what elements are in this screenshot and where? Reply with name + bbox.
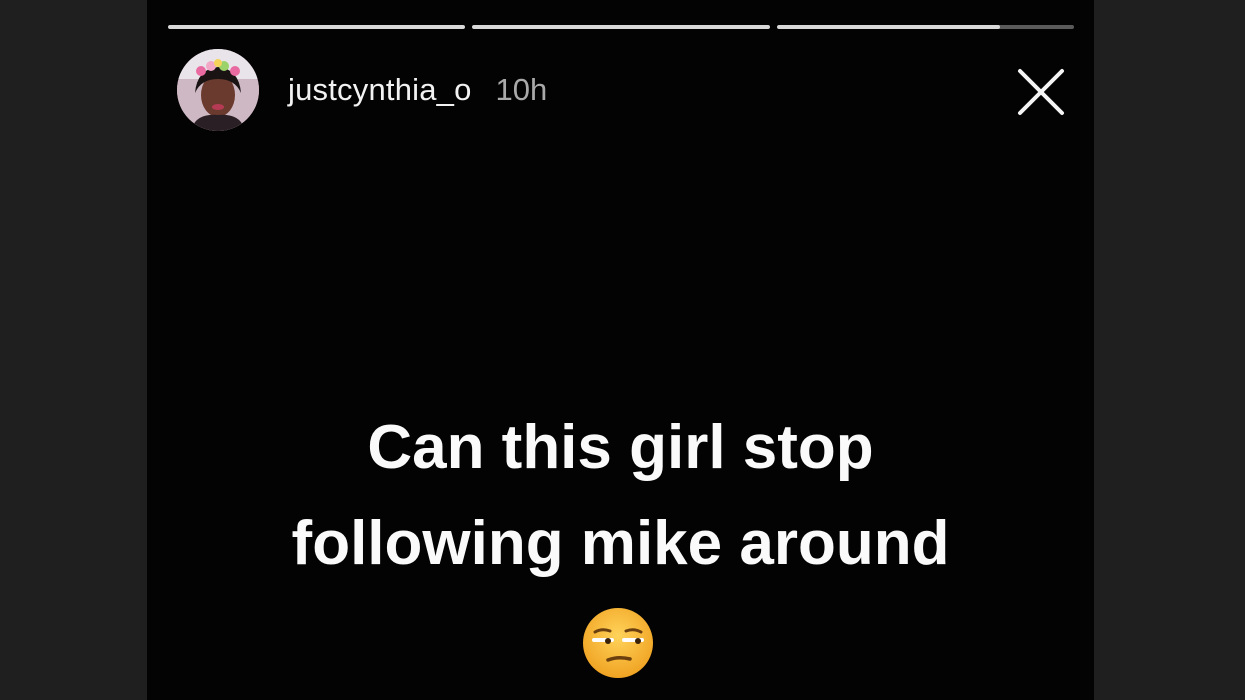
story-caption: Can this girl stop following mike around [147,400,1094,592]
progress-segment [472,25,770,29]
progress-segment [776,25,1074,29]
profile-avatar[interactable] [177,49,259,131]
unamused-face-icon [581,606,655,680]
progress-segment-fill [776,25,1000,29]
username[interactable]: justcynthia_o [288,72,472,108]
progress-segment-fill [168,25,466,29]
progress-segment-fill [472,25,770,29]
caption-line-2: following mike around [291,509,950,578]
close-icon[interactable] [1015,66,1067,118]
screen: justcynthia_o 10h Can this girl stop fol… [0,0,1245,700]
story-viewer[interactable]: justcynthia_o 10h Can this girl stop fol… [147,0,1094,700]
story-progress-bar [168,25,1074,30]
caption-line-1: Can this girl stop [367,413,874,482]
progress-segment [168,25,466,29]
story-header: justcynthia_o 10h [177,48,547,132]
story-timestamp: 10h [495,72,548,107]
